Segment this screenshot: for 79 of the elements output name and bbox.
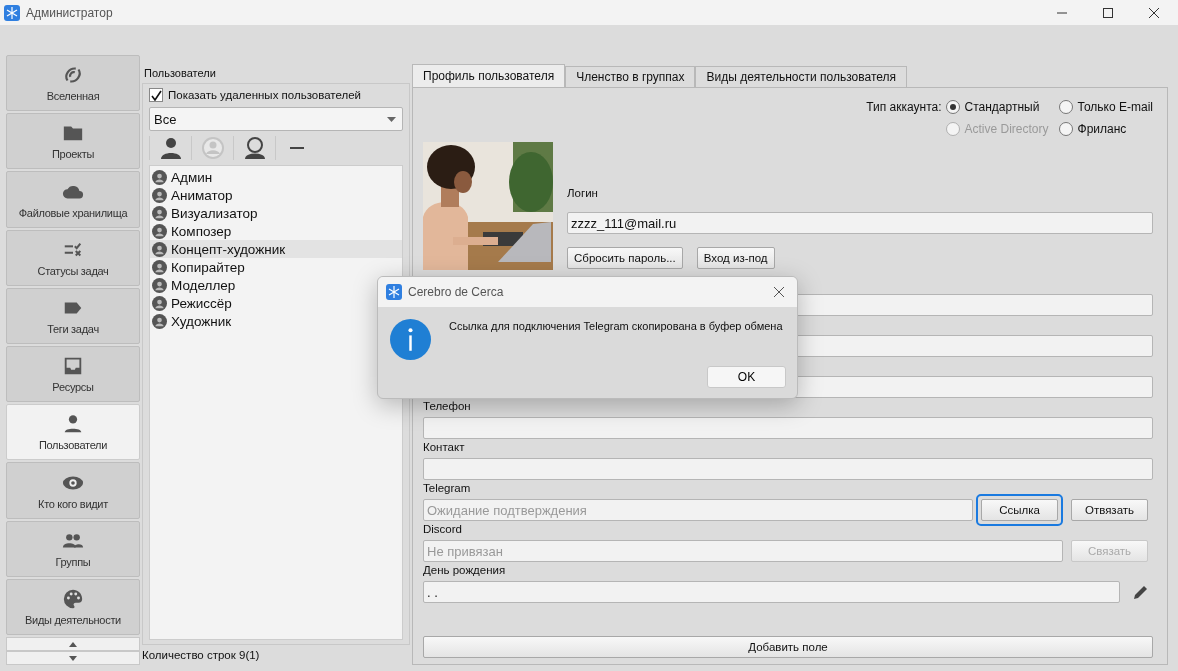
nav-item[interactable]: Проекты	[6, 113, 140, 170]
user-list-item[interactable]: Режиссёр	[150, 294, 402, 312]
dialog-message: Ссылка для подключения Telegram скопирована в буфер обмена	[449, 320, 783, 332]
panel-title: Пользователи	[144, 67, 217, 79]
row-count: Количество строк 9(1)	[142, 649, 261, 661]
radio-button[interactable]	[1058, 122, 1073, 136]
account-type-label: Тип аккаунта:	[866, 99, 942, 116]
nav-item[interactable]: Вселенная	[6, 55, 140, 112]
login-field[interactable]: zzzz_111@mail.ru	[567, 212, 1153, 234]
radio-label: Active Directory	[964, 122, 1049, 136]
nav-item[interactable]: Группы	[6, 520, 140, 577]
dialog-title: Cerebro de Cerca	[408, 285, 504, 299]
nav-item[interactable]: Файловые хранилища	[6, 171, 140, 228]
tab[interactable]: Виды деятельности пользователя	[695, 66, 908, 87]
input-field[interactable]: Ожидание подтверждения	[423, 499, 973, 521]
nav-item[interactable]: Пользователи	[6, 404, 140, 461]
input-field[interactable]: Не привязан	[423, 540, 1063, 562]
radio-label: Стандартный	[964, 100, 1040, 114]
radio-label: Фриланс	[1077, 122, 1127, 136]
info-icon	[390, 319, 431, 360]
user-list-item[interactable]: Композер	[150, 222, 402, 240]
user-list-item[interactable]: Копирайтер	[150, 258, 402, 276]
close-icon[interactable]	[1148, 6, 1160, 19]
filter-dropdown[interactable]: Все	[149, 107, 403, 131]
field-label: Логин	[567, 186, 599, 200]
palette-icon	[62, 587, 84, 610]
caret-down-icon	[69, 655, 77, 661]
field-label: Контакт	[423, 440, 466, 454]
user-avatar-icon	[152, 277, 167, 293]
user-avatar-icon	[152, 223, 167, 239]
user-list-item[interactable]: Моделлер	[150, 276, 402, 294]
date-field[interactable]: . .	[423, 581, 1120, 603]
user-outline-icon	[242, 136, 267, 160]
user-list-item[interactable]: Художник	[150, 312, 402, 330]
pencil-icon[interactable]	[1133, 584, 1149, 600]
nav-item[interactable]: Статусы задач	[6, 229, 140, 286]
add-field-button[interactable]: Добавить поле	[423, 636, 1153, 658]
field-label: День рождения	[423, 563, 507, 577]
field-label: Телефон	[423, 399, 472, 413]
action-button[interactable]: Сбросить пароль...	[567, 247, 683, 269]
caret-down-icon	[387, 116, 396, 122]
user-list-item[interactable]: Аниматор	[150, 186, 402, 204]
action-button[interactable]: Ссылка	[976, 494, 1063, 526]
user-circle-icon	[200, 136, 225, 160]
nav-item[interactable]: Ресурсы	[6, 346, 140, 403]
nav-item[interactable]: Виды деятельности	[6, 578, 140, 636]
minus-icon	[289, 147, 304, 149]
action-button[interactable]: Вход из-под	[696, 247, 775, 269]
checkmark-icon	[150, 89, 162, 101]
snowflake-icon	[386, 284, 402, 300]
user-avatar-icon	[152, 259, 167, 275]
snowflake-icon	[4, 4, 20, 21]
input-field[interactable]	[423, 417, 1153, 439]
nav-item[interactable]: Кто кого видит	[6, 462, 140, 519]
radio-button[interactable]	[1058, 100, 1073, 114]
user-avatar-icon	[152, 313, 167, 329]
user-avatar-icon	[152, 187, 167, 203]
tab[interactable]: Профиль пользователя	[412, 64, 566, 87]
user-avatar-icon	[152, 169, 167, 185]
user-avatar-icon	[152, 241, 167, 257]
field-label: Discord	[423, 522, 463, 536]
user-list-item[interactable]: Админ	[150, 168, 402, 186]
caret-up-icon	[69, 641, 77, 647]
show-deleted-checkbox[interactable]: Показать удаленных пользователей	[149, 88, 403, 102]
add-user-icon	[158, 136, 183, 160]
maximize-icon[interactable]	[1102, 6, 1114, 19]
ok-button[interactable]: OK	[707, 366, 786, 388]
tab[interactable]: Членство в группах	[565, 66, 696, 87]
field-label: Telegram	[423, 481, 472, 495]
nav-item[interactable]: Теги задач	[6, 287, 140, 344]
user-avatar-icon	[152, 295, 167, 311]
user-list-item[interactable]: Визуализатор	[150, 204, 402, 222]
radio-button[interactable]	[945, 100, 960, 114]
radio-label: Только E-mail	[1077, 100, 1153, 114]
user-avatar-icon	[152, 205, 167, 221]
input-field[interactable]	[423, 458, 1153, 480]
user-list-item[interactable]: Концепт-художник	[150, 240, 402, 258]
window-title: Администратор	[26, 5, 113, 20]
close-icon[interactable]	[773, 286, 785, 298]
